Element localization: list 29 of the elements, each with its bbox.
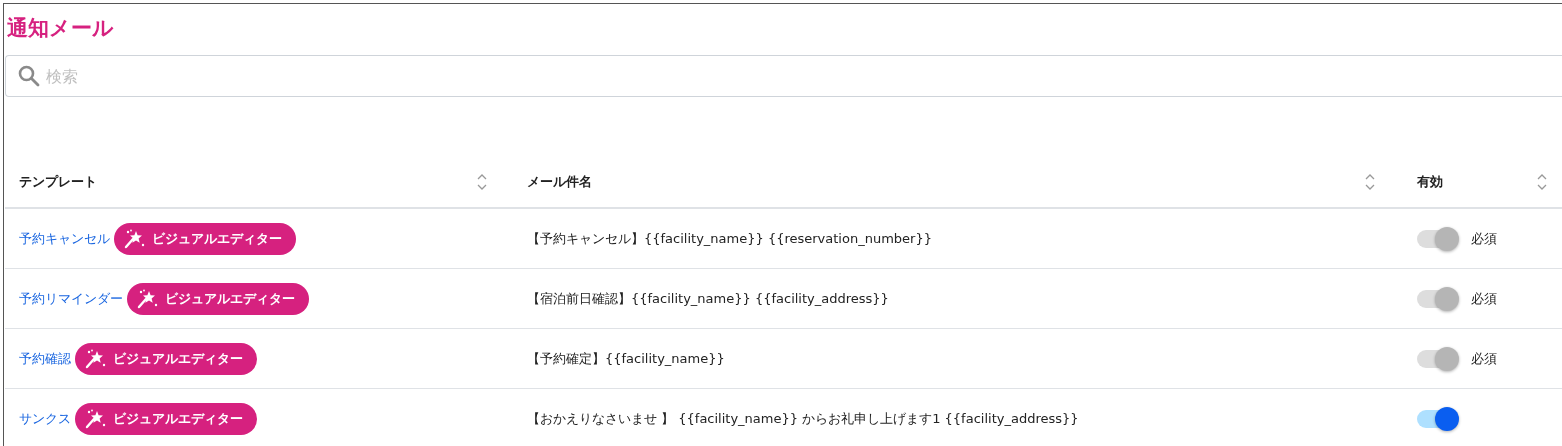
required-label: 必須: [1471, 349, 1497, 368]
magic-wand-icon: [124, 228, 146, 249]
magic-wand-icon: [85, 408, 107, 429]
visual-editor-button[interactable]: ビジュアルエディター: [75, 402, 257, 435]
toggle-switch[interactable]: [1417, 409, 1457, 428]
search-field[interactable]: 検索: [5, 55, 1562, 97]
required-label: 必須: [1471, 229, 1497, 248]
page-title: 通知メール: [7, 15, 114, 42]
visual-editor-button[interactable]: ビジュアルエディター: [127, 282, 309, 315]
template-link[interactable]: 予約リマインダー: [19, 289, 123, 308]
search-icon: [17, 64, 41, 88]
visual-editor-button[interactable]: ビジュアルエディター: [75, 342, 257, 375]
column-header: テンプレート: [19, 173, 97, 191]
magic-wand-icon: [137, 288, 159, 309]
template-link[interactable]: 予約確認: [19, 349, 71, 368]
sort-icon[interactable]: [477, 173, 487, 191]
column-header: メール件名: [527, 173, 592, 191]
column-header: 有効: [1417, 173, 1443, 191]
template-link[interactable]: サンクス: [19, 409, 71, 428]
sort-icon[interactable]: [1537, 173, 1547, 191]
required-label: 必須: [1471, 289, 1497, 308]
subject-text: 【予約確定】{{facility_name}}: [527, 349, 725, 368]
subject-text: 【おかえりなさいませ 】 {{facility_name}} からお礼申し上げます1 {{facility_address}}: [527, 409, 1079, 428]
template-link[interactable]: 予約キャンセル: [19, 229, 110, 248]
subject-text: 【予約キャンセル】{{facility_name}} {{reservation_number}}: [527, 229, 932, 248]
magic-wand-icon: [85, 348, 107, 369]
visual-editor-button[interactable]: ビジュアルエディター: [114, 222, 296, 255]
sort-icon[interactable]: [1365, 173, 1375, 191]
subject-text: 【宿泊前日確認】{{facility_name}} {{facility_address}}: [527, 289, 889, 308]
